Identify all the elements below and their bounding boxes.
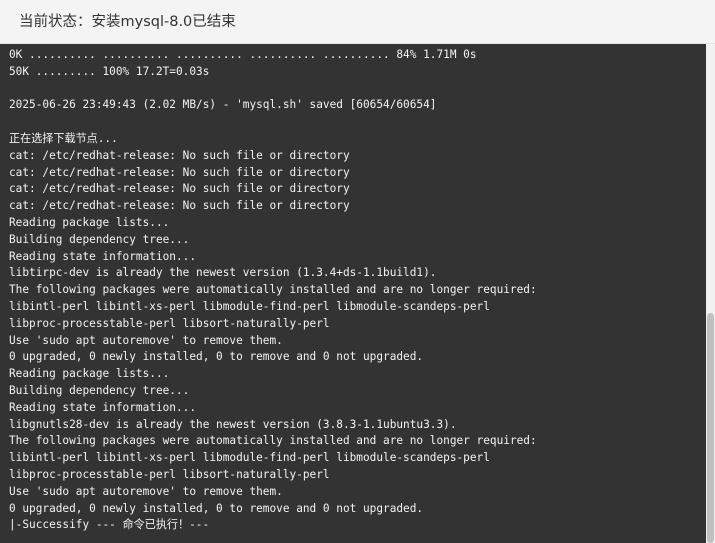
- terminal-line: Reading package lists...: [9, 367, 170, 381]
- terminal-output: 0K .......... .......... .......... ....…: [9, 47, 537, 534]
- terminal-line: 正在选择下载节点...: [9, 131, 118, 145]
- terminal-line: Reading state information...: [9, 400, 197, 414]
- terminal-line: Use 'sudo apt autoremove' to remove them…: [9, 484, 283, 498]
- terminal-line: libintl-perl libintl-xs-perl libmodule-f…: [9, 299, 490, 313]
- terminal-line: 2025-06-26 23:49:43 (2.02 MB/s) - 'mysql…: [9, 98, 437, 112]
- terminal-line: Use 'sudo apt autoremove' to remove them…: [9, 333, 283, 347]
- terminal-line: Building dependency tree...: [9, 383, 190, 397]
- terminal-line: 0 upgraded, 0 newly installed, 0 to remo…: [9, 350, 424, 364]
- install-status-window: 当前状态：安装mysql-8.0已结束 0K .......... ......…: [0, 0, 715, 543]
- status-header: 当前状态：安装mysql-8.0已结束: [0, 0, 715, 44]
- terminal-line: 50K ......... 100% 17.2T=0.03s: [9, 64, 210, 78]
- terminal-line: cat: /etc/redhat-release: No such file o…: [9, 148, 350, 162]
- terminal-line: Building dependency tree...: [9, 232, 190, 246]
- scrollbar-thumb[interactable]: [707, 313, 714, 543]
- terminal-line: cat: /etc/redhat-release: No such file o…: [9, 182, 350, 196]
- terminal-line: cat: /etc/redhat-release: No such file o…: [9, 165, 350, 179]
- terminal-line: Reading state information...: [9, 249, 197, 263]
- terminal-line: The following packages were automaticall…: [9, 434, 537, 448]
- terminal-panel[interactable]: 0K .......... .......... .......... ....…: [0, 44, 706, 543]
- terminal-line: Reading package lists...: [9, 215, 170, 229]
- terminal-line: libproc-processtable-perl libsort-natura…: [9, 467, 330, 481]
- terminal-line: libtirpc-dev is already the newest versi…: [9, 266, 437, 280]
- terminal-line: libgnutls28-dev is already the newest ve…: [9, 417, 457, 431]
- status-title: 当前状态：安装mysql-8.0已结束: [19, 14, 236, 30]
- terminal-line: |-Successify --- 命令已执行！---: [9, 518, 210, 532]
- terminal-line: 0K .......... .......... .......... ....…: [9, 48, 477, 61]
- terminal-line: The following packages were automaticall…: [9, 283, 537, 297]
- terminal-line: cat: /etc/redhat-release: No such file o…: [9, 199, 350, 213]
- terminal-line: libintl-perl libintl-xs-perl libmodule-f…: [9, 451, 490, 465]
- terminal-line: 0 upgraded, 0 newly installed, 0 to remo…: [9, 501, 424, 515]
- terminal-line: libproc-processtable-perl libsort-natura…: [9, 316, 330, 330]
